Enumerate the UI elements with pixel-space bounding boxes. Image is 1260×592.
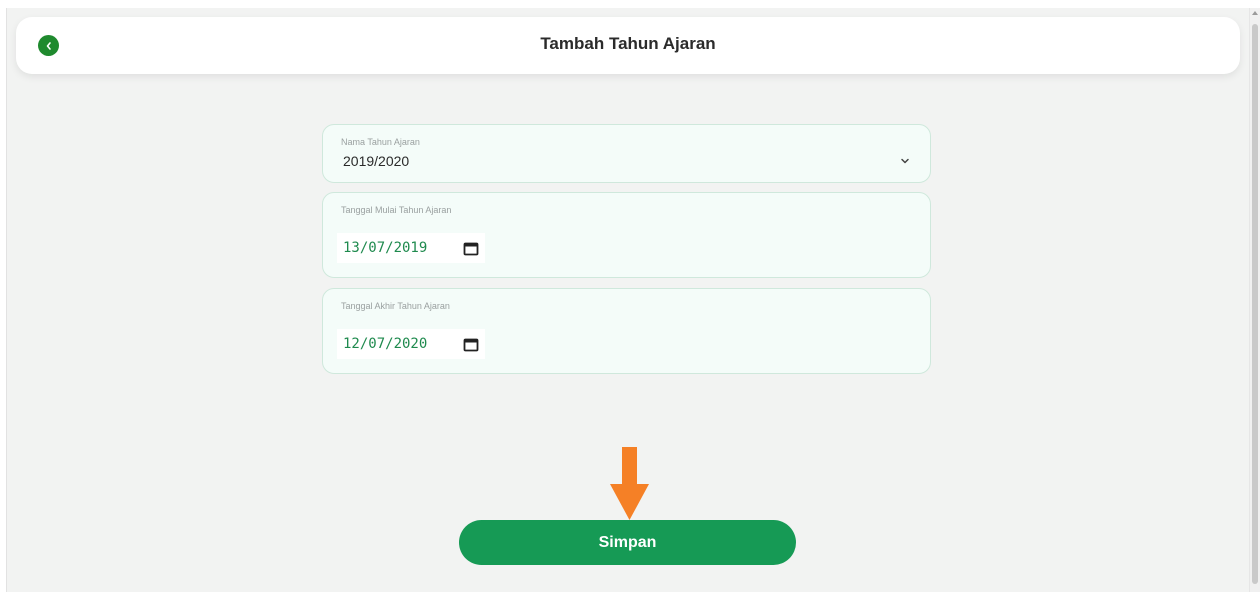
arrow-down-icon [610,447,649,520]
start-date-value: 13/07/2019 [343,240,428,256]
end-date-value: 12/07/2020 [343,336,428,352]
start-date-label: Tanggal Mulai Tahun Ajaran [341,205,452,215]
calendar-icon[interactable] [463,337,479,352]
start-date-field: Tanggal Mulai Tahun Ajaran 13/07/2019 [322,192,931,278]
academic-year-value: 2019/2020 [343,153,410,169]
end-date-label: Tanggal Akhir Tahun Ajaran [341,301,450,311]
save-button[interactable]: Simpan [459,520,796,565]
scrollbar-thumb[interactable] [1252,24,1258,584]
start-date-input[interactable]: 13/07/2019 [337,233,485,263]
chevron-down-icon[interactable] [900,157,910,165]
academic-year-select[interactable]: Nama Tahun Ajaran 2019/2020 [322,124,931,183]
academic-year-label: Nama Tahun Ajaran [341,137,420,147]
vertical-scrollbar[interactable] [1249,8,1260,592]
page-title: Tambah Tahun Ajaran [540,34,716,53]
scroll-up-icon[interactable] [1252,11,1258,15]
calendar-icon[interactable] [463,241,479,256]
end-date-input[interactable]: 12/07/2020 [337,329,485,359]
end-date-field: Tanggal Akhir Tahun Ajaran 12/07/2020 [322,288,931,374]
header-bar: Tambah Tahun Ajaran [16,17,1240,74]
